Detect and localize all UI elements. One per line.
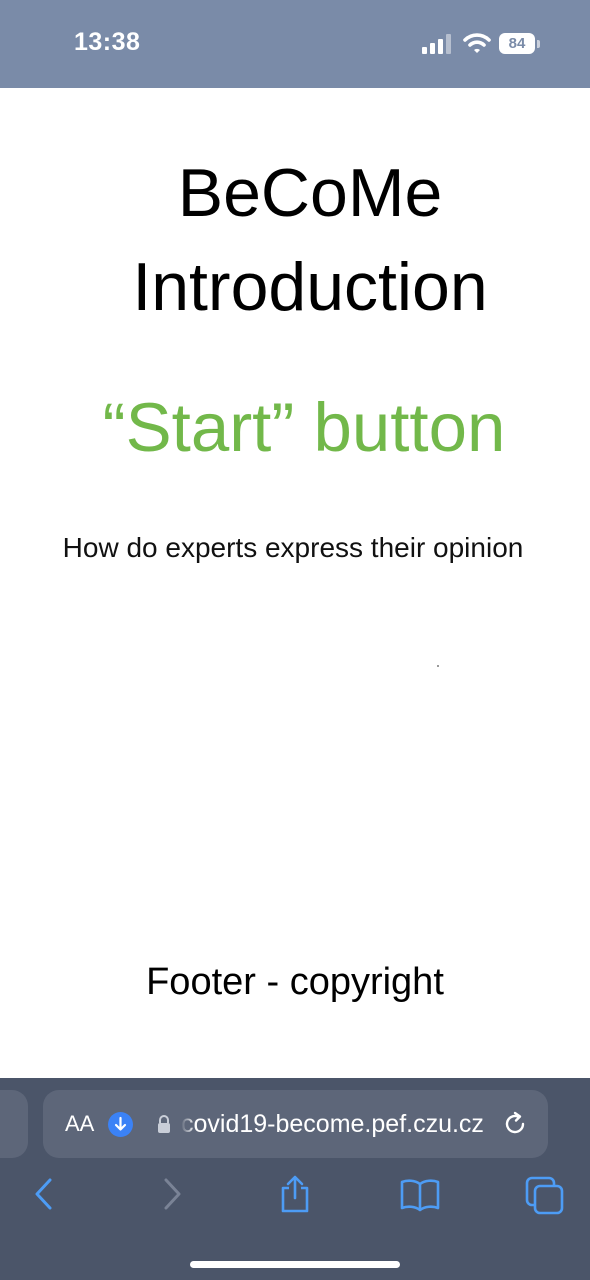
back-icon[interactable] xyxy=(28,1174,60,1214)
bookmarks-icon[interactable] xyxy=(399,1174,441,1214)
page-subtitle: How do experts express their opinion xyxy=(62,532,524,563)
reload-icon[interactable] xyxy=(501,1110,529,1138)
address-bar[interactable]: AA covid19-become.pef.czu.cz xyxy=(43,1090,548,1158)
page-title: BeCoMe Introduction xyxy=(132,155,488,325)
download-arrow-icon xyxy=(114,1116,127,1131)
text-size-label: AA xyxy=(65,1111,95,1136)
wifi-icon xyxy=(463,33,491,53)
signal-icon xyxy=(422,34,451,54)
browser-toolbar: AA covid19-become.pef.czu.cz xyxy=(0,1078,590,1280)
lock-icon xyxy=(158,1115,170,1133)
stray-dot xyxy=(437,665,439,667)
url-text[interactable]: covid19-become.pef.czu.cz xyxy=(181,1108,486,1140)
previous-tab-edge[interactable] xyxy=(0,1090,28,1158)
home-indicator xyxy=(190,1261,400,1268)
text-size-button[interactable]: AA xyxy=(65,1110,94,1138)
download-icon[interactable] xyxy=(108,1112,133,1137)
share-icon[interactable] xyxy=(276,1174,314,1214)
battery-icon: 84 xyxy=(499,33,535,54)
status-time: 13:38 xyxy=(74,28,141,56)
tabs-icon[interactable] xyxy=(525,1174,567,1216)
status-bar: 13:38 84 xyxy=(0,0,590,88)
screen: 13:38 84 BeCoMe Introduction “Start” but… xyxy=(0,0,590,1280)
battery-level: 84 xyxy=(508,35,526,52)
start-button-label: “Start” button xyxy=(102,389,506,466)
battery-nub xyxy=(537,40,540,48)
page-footer: Footer - copyright xyxy=(146,961,444,1003)
forward-icon[interactable] xyxy=(156,1174,188,1214)
